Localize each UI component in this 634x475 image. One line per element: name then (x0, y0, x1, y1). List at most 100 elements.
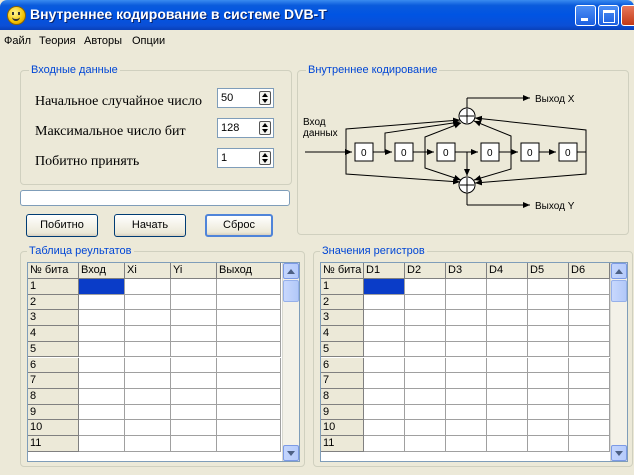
table-cell[interactable] (405, 436, 446, 452)
table-cell[interactable] (569, 294, 610, 311)
table-cell[interactable] (125, 341, 171, 358)
table-cell[interactable] (569, 326, 610, 342)
table-cell[interactable] (125, 357, 171, 374)
table-cell[interactable] (171, 388, 217, 405)
table-cell[interactable] (217, 279, 281, 295)
menu-theory[interactable]: Теория (39, 35, 76, 47)
table-cell[interactable] (364, 294, 405, 311)
table-cell[interactable] (528, 436, 569, 452)
table-cell[interactable] (171, 294, 217, 311)
vertical-scrollbar[interactable] (282, 263, 299, 461)
column-header[interactable]: D2 (405, 263, 446, 279)
scroll-thumb[interactable] (611, 280, 627, 302)
table-cell[interactable] (569, 310, 610, 327)
title-bar[interactable]: Внутреннее кодирование в системе DVB-T (0, 0, 634, 30)
column-header[interactable]: D4 (487, 263, 528, 279)
table-cell[interactable] (364, 341, 405, 358)
table-cell[interactable] (171, 373, 217, 389)
column-header[interactable]: № бита (321, 263, 364, 279)
bitwise-receive-spinner[interactable]: 1 (217, 148, 274, 168)
table-cell[interactable] (487, 436, 528, 452)
table-cell[interactable] (446, 373, 487, 389)
table-cell[interactable] (79, 279, 125, 295)
table-cell[interactable] (569, 357, 610, 374)
scroll-up-arrow-icon[interactable] (611, 263, 627, 279)
table-cell[interactable] (79, 436, 125, 452)
table-cell[interactable] (569, 404, 610, 421)
table-cell[interactable] (217, 420, 281, 436)
table-cell[interactable] (125, 420, 171, 436)
table-cell[interactable] (569, 420, 610, 436)
table-cell[interactable] (79, 310, 125, 327)
table-cell[interactable] (217, 310, 281, 327)
table-cell[interactable] (79, 357, 125, 374)
vertical-scrollbar[interactable] (610, 263, 627, 461)
table-cell[interactable] (446, 326, 487, 342)
table-cell[interactable] (487, 373, 528, 389)
table-cell[interactable] (487, 388, 528, 405)
table-cell[interactable] (364, 436, 405, 452)
table-cell[interactable] (569, 373, 610, 389)
table-cell[interactable] (528, 357, 569, 374)
table-cell[interactable] (528, 420, 569, 436)
table-cell[interactable] (528, 341, 569, 358)
table-cell[interactable] (364, 388, 405, 405)
reset-button[interactable]: Сброс (205, 214, 273, 237)
table-cell[interactable] (487, 341, 528, 358)
scroll-up-arrow-icon[interactable] (283, 263, 299, 279)
table-cell[interactable] (217, 388, 281, 405)
table-cell[interactable] (364, 310, 405, 327)
table-cell[interactable] (446, 420, 487, 436)
menu-authors[interactable]: Авторы (84, 35, 122, 47)
scroll-down-arrow-icon[interactable] (283, 445, 299, 461)
column-header[interactable]: Выход (217, 263, 281, 279)
table-cell[interactable] (569, 436, 610, 452)
table-cell[interactable] (171, 341, 217, 358)
table-cell[interactable] (446, 310, 487, 327)
table-cell[interactable] (487, 279, 528, 295)
table-cell[interactable] (446, 294, 487, 311)
table-cell[interactable] (405, 420, 446, 436)
column-header[interactable]: D1 (364, 263, 405, 279)
table-cell[interactable] (487, 310, 528, 327)
table-cell[interactable] (125, 294, 171, 311)
scroll-down-arrow-icon[interactable] (611, 445, 627, 461)
table-cell[interactable] (569, 279, 610, 295)
table-cell[interactable] (528, 279, 569, 295)
table-cell[interactable] (217, 294, 281, 311)
step-button[interactable]: Побитно (26, 214, 98, 237)
table-cell[interactable] (528, 326, 569, 342)
table-cell[interactable] (487, 420, 528, 436)
menu-file[interactable]: Файл (4, 35, 31, 47)
table-cell[interactable] (405, 341, 446, 358)
table-cell[interactable] (405, 310, 446, 327)
table-cell[interactable] (125, 373, 171, 389)
max-bits-spinner[interactable]: 128 (217, 118, 274, 138)
minimize-button[interactable] (575, 5, 596, 26)
table-cell[interactable] (528, 294, 569, 311)
spinner-arrows-icon[interactable] (259, 91, 271, 105)
column-header[interactable]: Xi (125, 263, 171, 279)
table-cell[interactable] (405, 357, 446, 374)
menu-options[interactable]: Опции (132, 35, 165, 47)
table-cell[interactable] (487, 404, 528, 421)
table-cell[interactable] (217, 357, 281, 374)
column-header[interactable]: D3 (446, 263, 487, 279)
table-cell[interactable] (405, 294, 446, 311)
table-cell[interactable] (79, 420, 125, 436)
registers-grid[interactable]: № бита D1 D2 D3 D4 D5 D6 1 2 3 4 5 6 7 8 9 10 11 (320, 262, 628, 462)
table-cell[interactable] (217, 373, 281, 389)
table-cell[interactable] (364, 279, 405, 295)
table-cell[interactable] (125, 279, 171, 295)
table-cell[interactable] (171, 279, 217, 295)
table-cell[interactable] (125, 388, 171, 405)
table-cell[interactable] (446, 357, 487, 374)
table-cell[interactable] (79, 388, 125, 405)
table-cell[interactable] (446, 341, 487, 358)
table-cell[interactable] (405, 388, 446, 405)
table-cell[interactable] (171, 326, 217, 342)
table-cell[interactable] (364, 373, 405, 389)
table-cell[interactable] (528, 388, 569, 405)
table-cell[interactable] (405, 279, 446, 295)
table-cell[interactable] (528, 373, 569, 389)
